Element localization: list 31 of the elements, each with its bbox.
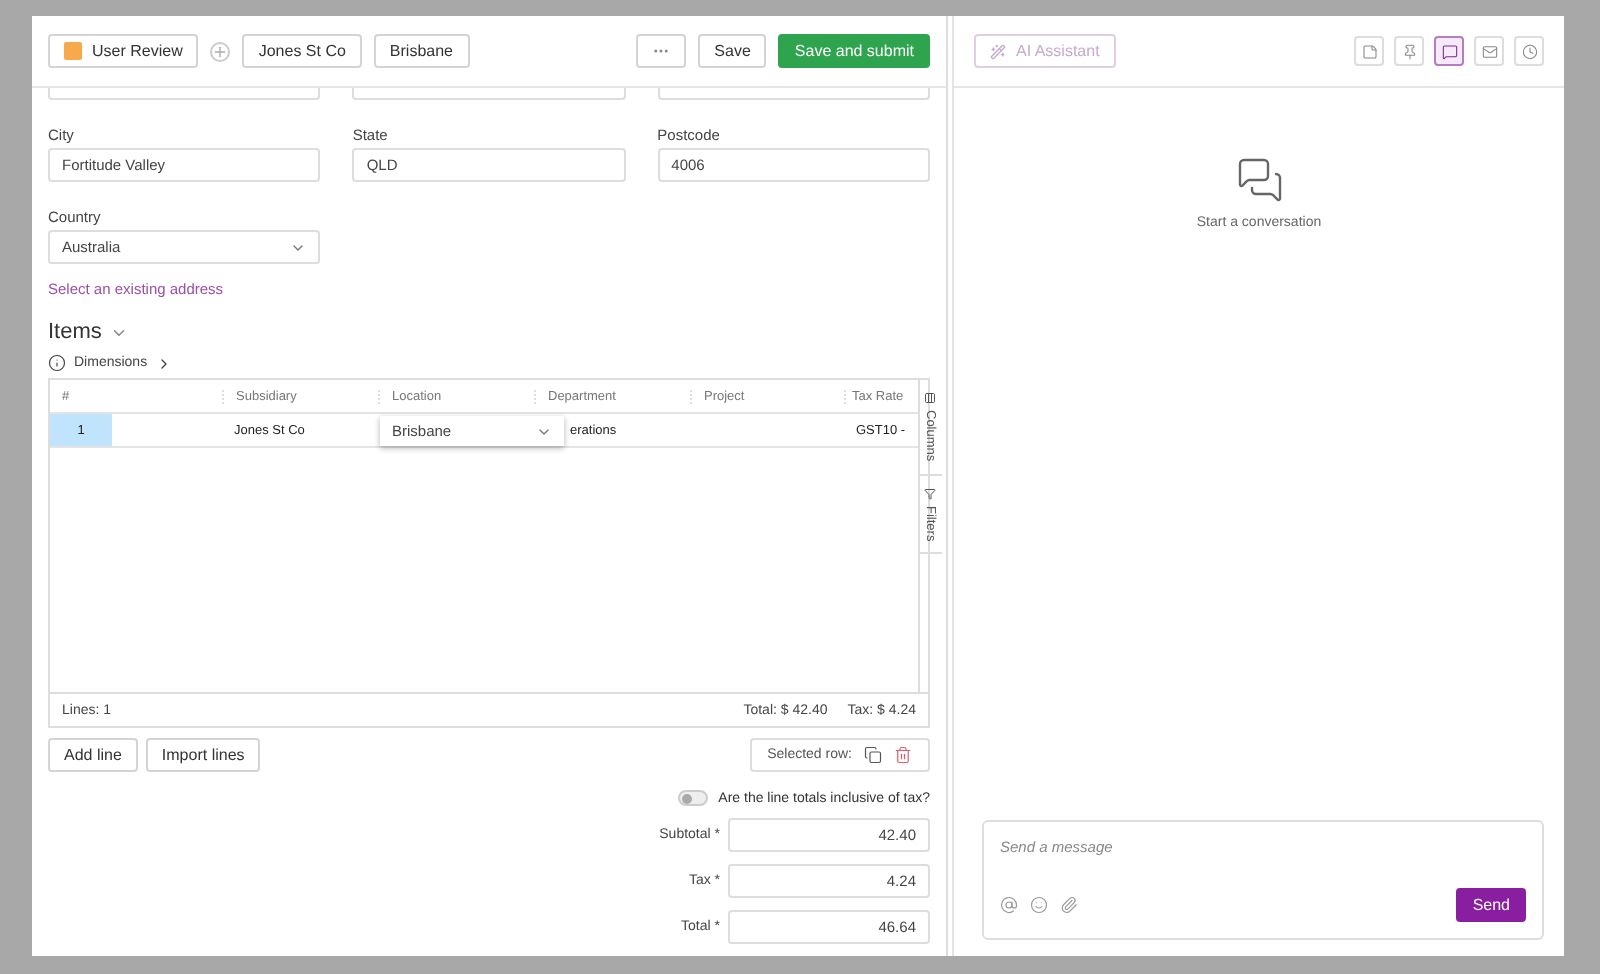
pin-tab[interactable] <box>1394 36 1424 66</box>
tag[interactable]: Jones St Co <box>242 34 362 68</box>
tag[interactable]: Brisbane <box>373 34 469 68</box>
chat-icon <box>1441 43 1457 59</box>
copy-icon[interactable] <box>864 746 882 764</box>
attach-icon[interactable] <box>1060 896 1078 914</box>
clock-tab[interactable] <box>1514 36 1544 66</box>
note-tab[interactable] <box>1354 36 1384 66</box>
import-lines-button[interactable]: Import lines <box>145 738 261 772</box>
status-tag[interactable]: User Review <box>48 34 199 68</box>
note-icon <box>1361 43 1377 59</box>
pin-icon <box>1401 43 1417 59</box>
mail-icon <box>1481 43 1497 59</box>
delete-icon[interactable] <box>894 746 912 764</box>
info-icon <box>48 354 66 372</box>
chat-tab[interactable] <box>1434 36 1464 66</box>
add-icon[interactable] <box>210 41 231 61</box>
tax-inclusive-switch[interactable] <box>678 790 709 806</box>
clock-icon <box>1521 43 1537 59</box>
chat-bubbles-icon <box>1235 156 1283 204</box>
section-title: Items <box>48 320 102 344</box>
save-button[interactable]: Save <box>698 34 767 68</box>
columns-icon <box>924 392 937 404</box>
send-button[interactable]: Send <box>1456 888 1526 922</box>
more-button[interactable] <box>636 34 687 68</box>
mention-icon[interactable] <box>1000 896 1018 914</box>
emoji-icon[interactable] <box>1030 896 1048 914</box>
add-line-button[interactable]: Add line <box>48 738 138 772</box>
magic-wand-icon <box>990 43 1006 59</box>
filter-icon <box>924 487 937 500</box>
mail-tab[interactable] <box>1474 36 1504 66</box>
